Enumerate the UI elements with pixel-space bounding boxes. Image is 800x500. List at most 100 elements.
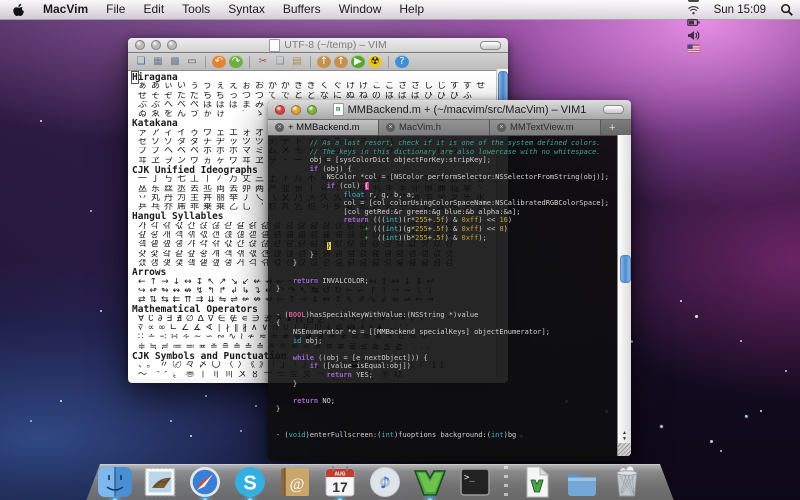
svg-text:>_: >_ xyxy=(464,473,475,483)
open-document-icon[interactable]: ❏ xyxy=(134,55,148,68)
dock-item-macvim[interactable] xyxy=(411,459,449,500)
toolbar-separator xyxy=(249,56,250,68)
menu-buffers[interactable]: Buffers xyxy=(274,2,330,16)
menu-window[interactable]: Window xyxy=(330,2,391,16)
tab-mmtextview-m[interactable]: × MMTextView.m xyxy=(490,120,601,135)
code-line xyxy=(276,268,631,277)
copy-icon[interactable]: ❑ xyxy=(273,55,287,68)
zoom-button[interactable] xyxy=(167,40,177,50)
make-icon[interactable]: ☢ xyxy=(368,55,382,68)
front-window-titlebar[interactable]: m MMBackend.m + (~/macvim/src/MacVim) – … xyxy=(268,100,631,120)
help-icon[interactable]: ? xyxy=(395,55,409,68)
code-line: + ((int)(b*255+.5f) & 0xff); xyxy=(276,234,631,243)
front-vim-window[interactable]: m MMBackend.m + (~/macvim/src/MacVim) – … xyxy=(268,100,631,456)
code-line: return YES; xyxy=(276,371,631,380)
save-all-icon[interactable]: ▩ xyxy=(168,55,182,68)
apple-menu-icon[interactable] xyxy=(0,3,34,17)
front-scrollbar-thumb[interactable] xyxy=(620,255,631,283)
dock-item-trash[interactable] xyxy=(608,459,646,500)
code-line: col = [col colorUsingColorSpaceName:NSCa… xyxy=(276,199,631,208)
svg-text:@: @ xyxy=(290,476,305,493)
menu-bar-clock[interactable]: Sun 15:09 xyxy=(706,4,774,16)
code-line: while ((obj = [e nextObject])) { xyxy=(276,354,631,363)
volume-icon[interactable] xyxy=(681,29,706,42)
dock-item-itunes[interactable]: ♪ xyxy=(366,459,404,500)
code-line xyxy=(276,294,631,303)
back-window-titlebar[interactable]: UTF-8 (~/temp) – VIM xyxy=(128,38,508,53)
minimize-button[interactable] xyxy=(291,105,301,115)
spotlight-icon[interactable] xyxy=(774,3,800,17)
load-session-icon[interactable]: ↑ xyxy=(317,55,331,68)
menu-help[interactable]: Help xyxy=(390,2,433,16)
dock-item-ical[interactable]: AUG17 xyxy=(321,459,359,500)
menu-syntax[interactable]: Syntax xyxy=(219,2,274,16)
wifi-icon[interactable] xyxy=(681,3,706,16)
menu-macvim[interactable]: MacVim xyxy=(34,2,97,16)
code-line: - (void)enterFullscreen:(int)fuoptions b… xyxy=(276,431,631,440)
code-line: // As a last resort, check if it is one … xyxy=(276,139,631,148)
code-line xyxy=(276,388,631,397)
tab-close-icon[interactable]: × xyxy=(386,123,395,132)
close-button[interactable] xyxy=(135,40,145,50)
code-line: return NO; xyxy=(276,397,631,406)
document-proxy-icon[interactable] xyxy=(269,39,280,52)
svg-text:17: 17 xyxy=(332,479,348,495)
code-line: return INVALCOLOR; xyxy=(276,277,631,286)
new-tab-button[interactable]: + xyxy=(601,120,623,135)
code-line xyxy=(276,414,631,423)
tab-close-icon[interactable]: × xyxy=(275,123,284,132)
front-window-title: m MMBackend.m + (~/macvim/src/MacVim) – … xyxy=(323,103,596,116)
tab-label: MMTextView.m xyxy=(510,122,574,133)
charmap-row: ぁあぃいぅうぇえぉおかがきぎくぐけげこごさざしじすずせ xyxy=(132,82,508,91)
scrollbar-arrows[interactable]: ▲▼ xyxy=(618,430,631,442)
toolbar-toggle-pill[interactable] xyxy=(603,105,624,114)
run-script-icon[interactable]: ▶ xyxy=(351,55,365,68)
minimize-button[interactable] xyxy=(151,40,161,50)
battery-icon[interactable] xyxy=(681,16,706,29)
toolbar-toggle-pill[interactable] xyxy=(480,41,501,50)
tab--mmbackend-m[interactable]: ×+ MMBackend.m xyxy=(268,120,379,135)
dock-item-finder[interactable] xyxy=(96,459,134,500)
dock-item-mail[interactable] xyxy=(141,459,179,500)
dock-item-safari[interactable] xyxy=(186,459,224,500)
code-buffer[interactable]: // As a last resort, check if it is one … xyxy=(268,136,631,461)
menu-file[interactable]: File xyxy=(97,2,134,16)
menu-tools[interactable]: Tools xyxy=(173,2,219,16)
code-line: [col getRed:&r green:&g blue:&b alpha:&a… xyxy=(276,208,631,217)
redo-icon[interactable]: ↷ xyxy=(229,55,243,68)
code-line xyxy=(276,423,631,432)
code-line: if (col) { xyxy=(276,182,631,191)
dock-item-skype[interactable]: S xyxy=(231,459,269,500)
close-button[interactable] xyxy=(275,105,285,115)
code-line: id obj; xyxy=(276,337,631,346)
paste-icon[interactable]: ▤ xyxy=(290,55,304,68)
code-line: NSEnumerator *e = [[MMBackend specialKey… xyxy=(276,328,631,337)
menu-bar-menus: MacVimFileEditToolsSyntaxBuffersWindowHe… xyxy=(0,0,433,19)
code-line: } xyxy=(276,405,631,414)
save-session-icon[interactable]: ↑ xyxy=(334,55,348,68)
menu-bar-status-area: Sun 15:09 xyxy=(681,0,800,19)
undo-icon[interactable]: ↶ xyxy=(212,55,226,68)
vim-tab-bar: ×+ MMBackend.m×MacVim.h×MMTextView.m+ xyxy=(268,120,631,136)
code-line: { xyxy=(276,319,631,328)
dock-item-addressbook[interactable]: @ xyxy=(276,459,314,500)
cut-icon[interactable]: ✂ xyxy=(256,55,270,68)
zoom-button[interactable] xyxy=(307,105,317,115)
tab-close-icon[interactable]: × xyxy=(497,123,506,132)
save-icon[interactable]: ▦ xyxy=(151,55,165,68)
dock-item-macvim-document[interactable] xyxy=(518,459,556,500)
toolbar-separator xyxy=(205,56,206,68)
menu-bar: MacVimFileEditToolsSyntaxBuffersWindowHe… xyxy=(0,0,800,20)
dock-item-folder[interactable] xyxy=(563,459,601,500)
toolbar-separator xyxy=(388,56,389,68)
desktop: MacVimFileEditToolsSyntaxBuffersWindowHe… xyxy=(0,0,800,500)
dock-item-terminal[interactable]: >_ xyxy=(456,459,494,500)
print-icon[interactable]: ▭ xyxy=(185,55,199,68)
front-window-scrollbar[interactable]: ▲▼ xyxy=(617,135,631,456)
document-proxy-icon[interactable]: m xyxy=(333,103,344,116)
tab-macvim-h[interactable]: ×MacVim.h xyxy=(379,120,490,135)
menu-edit[interactable]: Edit xyxy=(134,2,173,16)
input-source-flag-icon[interactable] xyxy=(681,42,706,55)
charmap-section-header: Hiragana xyxy=(132,73,508,82)
code-line xyxy=(276,302,631,311)
